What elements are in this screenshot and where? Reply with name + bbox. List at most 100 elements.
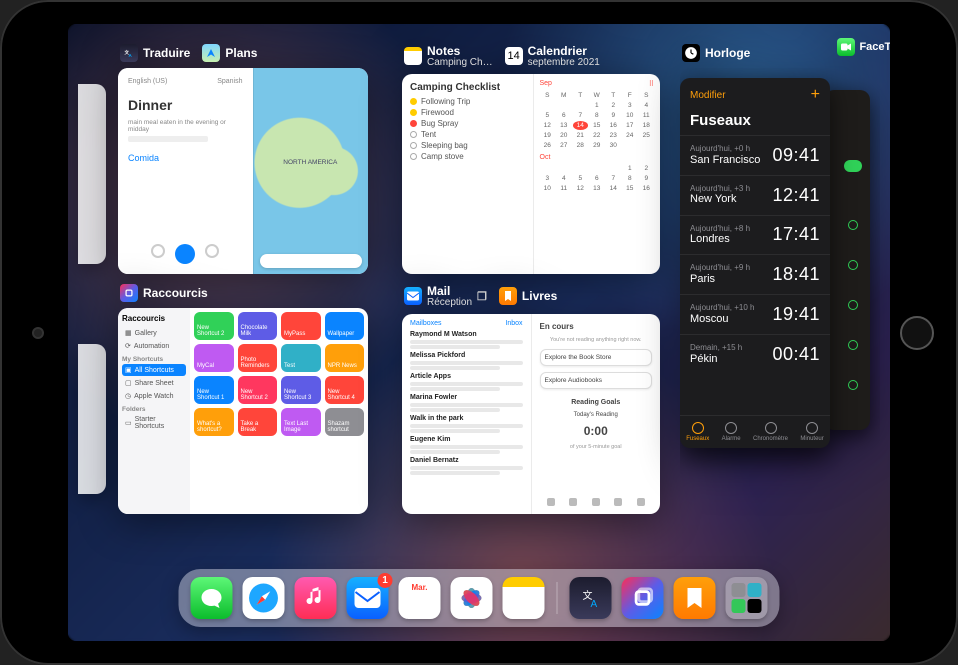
note-item: Camp stove [421,152,464,161]
mail-message: Marina Fowler [410,394,523,412]
clock-tab: Minuteur [800,436,823,442]
world-clock-row: Aujourd'hui, +3 hNew York12:41 [680,175,830,215]
facetime-app-label: FaceTime [859,41,890,53]
horloge-preview: Modifier + Fuseaux Aujourd'hui, +0 hSan … [680,78,830,448]
clock-tab: Alarme [722,436,741,442]
facetime-app-icon [837,38,855,56]
livres-preview: En cours You're not reading anything rig… [531,314,661,514]
translate-right-button [205,244,219,258]
calendrier-app-icon: 14 [505,47,523,65]
app-switcher-peek-left-bottom[interactable] [78,344,106,494]
dock-raccourcis[interactable] [622,577,664,619]
switcher-card-horloge[interactable]: Horloge FaceTime [680,44,880,514]
raccourcis-app-icon [120,284,138,302]
books-cta-store: Explore the Book Store [540,349,653,366]
mail-message: Daniel Bernatz [410,457,523,475]
books-time: 0:00 [540,424,653,438]
shortcut-tile: Photo Reminders [238,344,278,372]
shortcut-tile: New Shortcut 4 [325,376,365,404]
side-starter: Starter Shortcuts [135,416,183,430]
shortcut-tile: What's a shortcut? [194,408,234,436]
clock-tab: Fuseaux [686,436,709,442]
switcher-card-mail-livres[interactable]: Mail Réception ❐ Livres MailboxesI [402,284,660,514]
translate-def: main meal eaten in the evening or midday [128,119,243,133]
side-watch: Apple Watch [134,393,173,400]
world-clock-row: Aujourd'hui, +10 hMoscou19:41 [680,294,830,334]
traduire-app-icon: 文A [120,44,138,62]
dock-mail[interactable]: 1 [347,577,389,619]
side-share: Share Sheet [135,380,174,387]
dock-messages[interactable] [191,577,233,619]
shortcut-tile: New Shortcut 1 [194,376,234,404]
mail-preview: MailboxesInbox Raymond M WatsonMelissa P… [402,314,531,514]
alarm-icon [725,422,737,434]
calendrier-app-label: Calendrier [528,44,587,58]
note-item: Following Trip [421,97,470,106]
dock-traduire[interactable]: 文A [570,577,612,619]
books-today: Today's Reading [540,412,653,418]
side-hdr2: Folders [122,406,186,413]
dock-calendar[interactable]: Mar. 14 [399,577,441,619]
shortcut-tile: Wallpaper [325,312,365,340]
dock-photos[interactable] [451,577,493,619]
shortcut-tile: Text Last Image [281,408,321,436]
dock-notes[interactable] [503,577,545,619]
books-goals: Reading Goals [540,399,653,406]
mail-inbox: Inbox [505,320,522,327]
mail-message: Article Apps [410,373,523,391]
home-button[interactable] [900,316,934,350]
shortcuts-side-title: Raccourcis [122,314,186,323]
dock-recent-apps[interactable] [726,577,768,619]
app-switcher-peek-left-top[interactable] [78,84,106,264]
books-footer: of your 5-minute goal [540,444,653,450]
calendar-grid: SMTWTFS 1234 567891011 12131415161718 19… [540,91,655,150]
mail-message: Raymond M Watson [410,331,523,349]
stopwatch-icon [765,422,777,434]
mail-back: Mailboxes [410,320,442,327]
side-hdr: My Shortcuts [122,356,186,363]
shortcut-tile: Chocolate Milk [238,312,278,340]
map-search [260,254,363,268]
traduire-preview: English (US) Spanish Dinner main meal ea… [118,68,253,274]
globe-icon [692,422,704,434]
books-section: En cours [540,322,653,331]
world-clock-row: Aujourd'hui, +9 hParis18:41 [680,254,830,294]
dock-livres[interactable] [674,577,716,619]
multitask-icon: ❐ [477,290,487,303]
front-camera [34,329,42,337]
svg-text:A: A [591,599,598,610]
translate-word: Dinner [128,97,243,113]
world-clock-row: Aujourd'hui, +0 hSan Francisco09:41 [680,135,830,175]
shortcut-tile: Test [281,344,321,372]
facetime-preview[interactable] [824,90,870,430]
dock-music[interactable] [295,577,337,619]
side-gallery: Gallery [135,330,157,337]
ipad-device-frame: 文A Traduire Plans English (US) [0,0,958,665]
plans-app-icon [202,44,220,62]
timer-icon [806,422,818,434]
notes-app-icon [404,47,422,65]
mail-message: Walk in the park [410,415,523,433]
livres-app-label: Livres [522,289,557,303]
clock-edit: Modifier [690,90,726,101]
mic-icon [175,244,195,264]
translate-left-button [151,244,165,258]
switcher-card-raccourcis[interactable]: Raccourcis Raccourcis ▦Gallery ⟳Automati… [118,284,368,514]
shortcut-tile: New Shortcut 3 [281,376,321,404]
notes-subtitle: Camping Ch… [427,58,493,68]
switcher-card-traduire-plans[interactable]: 文A Traduire Plans English (US) [118,44,368,274]
mail-subtitle: Réception [427,298,472,308]
notes-preview: Camping Checklist Following Trip Firewoo… [402,74,533,274]
books-cta-audio: Explore Audiobooks [540,372,653,389]
plus-icon: + [811,86,820,104]
shortcut-tile: Shazam shortcut [325,408,365,436]
world-clock-row: Aujourd'hui, +8 hLondres17:41 [680,215,830,255]
side-automation: Automation [134,343,169,350]
side-all: All Shortcuts [135,367,174,374]
plans-app-label: Plans [225,46,257,60]
mail-message: Eugene Kim [410,436,523,454]
switcher-card-notes-calendrier[interactable]: Notes Camping Ch… 14 Calendrier septembr… [402,44,660,274]
shortcut-tile: MyPass [281,312,321,340]
calendrier-preview: Sep⠿ SMTWTFS 1234 567891011 121314151617… [533,74,661,274]
dock-safari[interactable] [243,577,285,619]
